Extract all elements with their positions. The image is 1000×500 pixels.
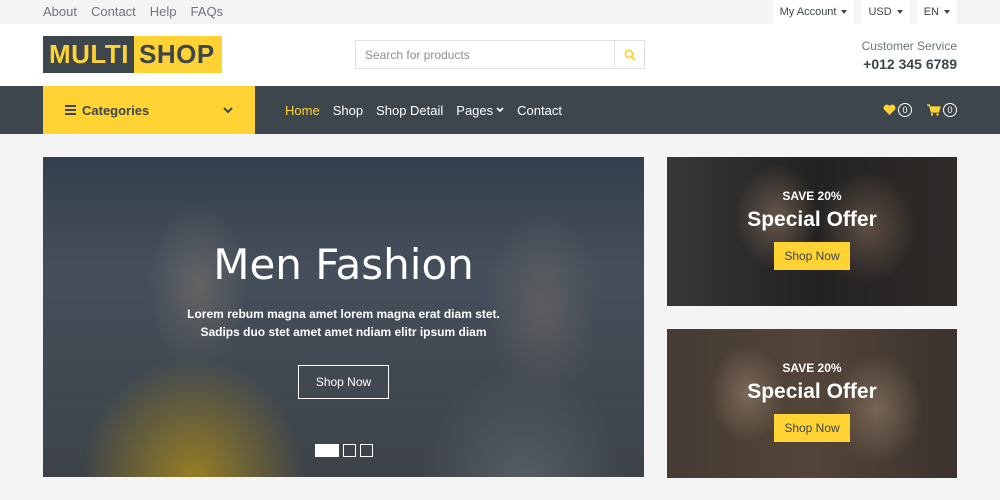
- carousel-indicators: [315, 444, 373, 457]
- offer-title: Special Offer: [747, 208, 877, 231]
- nav-links: Home Shop Shop Detail Pages Contact: [285, 86, 562, 134]
- offer-title: Special Offer: [747, 380, 877, 403]
- offer-caption-2: SAVE 20% Special Offer Shop Now: [667, 361, 957, 442]
- offer-caption-1: SAVE 20% Special Offer Shop Now: [667, 189, 957, 270]
- offer-save-label: SAVE 20%: [782, 189, 842, 203]
- currency-label: USD: [868, 6, 892, 18]
- wishlist-count-badge: 0: [898, 103, 912, 117]
- top-link-help[interactable]: Help: [150, 4, 177, 19]
- heart-icon: [883, 104, 896, 115]
- search-button[interactable]: [614, 40, 645, 69]
- wishlist-button[interactable]: 0: [883, 103, 912, 117]
- nav-link-shop-detail[interactable]: Shop Detail: [376, 103, 443, 118]
- my-account-label: My Account: [779, 6, 837, 18]
- customer-service-phone: +012 345 6789: [863, 56, 957, 72]
- search-bar: [355, 40, 645, 69]
- header: MULTI SHOP Customer Service +012 345 678…: [0, 24, 1000, 86]
- carousel-indicator-3[interactable]: [360, 444, 373, 457]
- offer-card-2: SAVE 20% Special Offer Shop Now: [667, 329, 957, 478]
- categories-label: Categories: [82, 102, 150, 118]
- nav-link-pages[interactable]: Pages: [456, 103, 504, 118]
- top-bar: About Contact Help FAQs My Account USD E…: [0, 0, 1000, 24]
- caret-down-icon: [896, 10, 903, 14]
- offer-shop-now-button[interactable]: Shop Now: [774, 414, 850, 442]
- nav-icons: 0 0: [883, 86, 957, 134]
- top-links: About Contact Help FAQs: [43, 4, 223, 19]
- chevron-down-icon: [223, 106, 233, 113]
- caret-down-icon: [841, 10, 848, 14]
- nav-link-home[interactable]: Home: [285, 103, 320, 118]
- offer-shop-now-button[interactable]: Shop Now: [774, 242, 850, 270]
- carousel-indicator-1[interactable]: [315, 444, 339, 457]
- customer-service: Customer Service +012 345 6789: [862, 39, 957, 72]
- language-dropdown[interactable]: EN: [916, 0, 957, 24]
- carousel-indicator-2[interactable]: [343, 444, 356, 457]
- chevron-down-icon: [496, 107, 504, 113]
- logo-part-multi: MULTI: [43, 36, 134, 73]
- hero-caption: Men Fashion Lorem rebum magna amet lorem…: [43, 240, 644, 399]
- caret-down-icon: [944, 10, 950, 14]
- language-label: EN: [923, 6, 939, 18]
- top-dropdowns: My Account USD EN: [772, 0, 957, 24]
- hero-carousel: Men Fashion Lorem rebum magna amet lorem…: [43, 157, 644, 477]
- my-account-dropdown[interactable]: My Account: [772, 0, 855, 24]
- logo[interactable]: MULTI SHOP: [43, 36, 222, 73]
- currency-dropdown[interactable]: USD: [861, 0, 910, 24]
- shopping-cart-icon: [927, 104, 941, 116]
- hero-text: Lorem rebum magna amet lorem magna erat …: [187, 307, 500, 339]
- search-input[interactable]: [355, 40, 614, 69]
- nav-link-pages-label: Pages: [456, 102, 494, 118]
- logo-part-shop: SHOP: [134, 36, 222, 73]
- cart-button[interactable]: 0: [927, 103, 957, 117]
- main-navbar: Categories Home Shop Shop Detail Pages C…: [0, 86, 1000, 134]
- cart-count-badge: 0: [943, 103, 957, 117]
- offer-save-label: SAVE 20%: [782, 361, 842, 375]
- nav-link-contact[interactable]: Contact: [517, 103, 562, 118]
- bars-icon: [65, 105, 76, 115]
- offer-card-1: SAVE 20% Special Offer Shop Now: [667, 157, 957, 306]
- categories-button[interactable]: Categories: [43, 86, 255, 134]
- search-icon: [624, 49, 636, 61]
- customer-service-label: Customer Service: [861, 39, 957, 53]
- top-link-about[interactable]: About: [43, 4, 77, 19]
- categories-label-group: Categories: [65, 103, 149, 118]
- hero-title: Men Fashion: [213, 240, 474, 289]
- top-link-faqs[interactable]: FAQs: [191, 4, 224, 19]
- top-link-contact[interactable]: Contact: [91, 4, 136, 19]
- nav-link-shop[interactable]: Shop: [333, 103, 363, 118]
- hero-shop-now-button[interactable]: Shop Now: [297, 365, 390, 399]
